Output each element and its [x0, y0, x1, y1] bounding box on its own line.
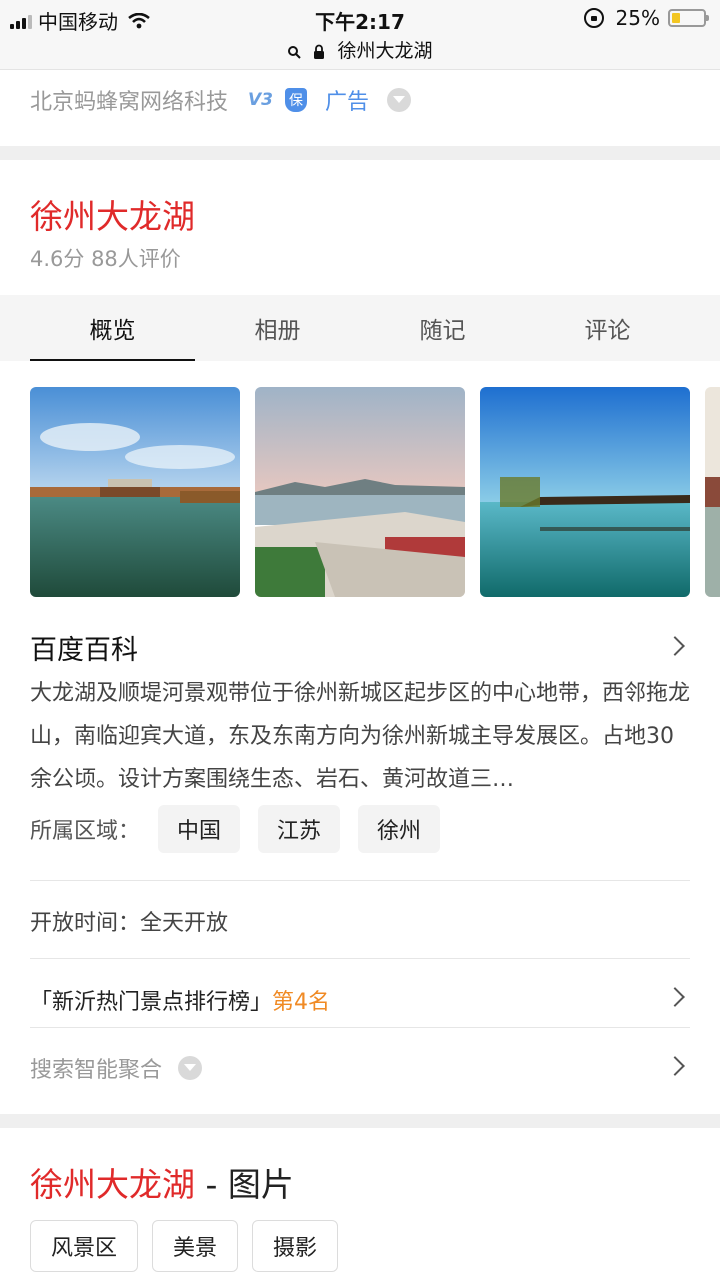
image-tag[interactable]: 摄影 [252, 1220, 339, 1272]
ad-label: 广告 [325, 90, 370, 115]
ranking-row[interactable]: 「新沂热门景点排行榜」第4名 [30, 984, 330, 1016]
divider [30, 880, 690, 881]
region-chip-xuzhou[interactable]: 徐州 [358, 805, 441, 853]
guarantee-badge-icon: 保 [285, 88, 308, 112]
region-chip-jiangsu[interactable]: 江苏 [258, 805, 341, 853]
ad-company[interactable]: 北京蚂蜂窝网络科技 [30, 84, 228, 116]
photo-thumbnail[interactable] [705, 387, 720, 597]
divider [30, 958, 690, 959]
tab-bar: 概览 相册 随记 评论 [0, 295, 720, 361]
region-chip-china[interactable]: 中国 [158, 805, 241, 853]
dropdown-icon[interactable] [387, 88, 412, 112]
photo-thumbnail[interactable] [255, 387, 465, 597]
smart-search-row[interactable]: 搜索智能聚合 [30, 1052, 203, 1084]
baike-title[interactable]: 百度百科 [30, 628, 138, 667]
tab-comments[interactable]: 评论 [525, 295, 690, 361]
images-title-keyword: 徐州大龙湖 [30, 1165, 195, 1204]
chevron-right-icon[interactable] [665, 636, 685, 656]
image-tag[interactable]: 风景区 [30, 1220, 139, 1272]
ad-source-row[interactable]: 北京蚂蜂窝网络科技 V3 保 广告 [30, 80, 412, 120]
photo-thumbnail[interactable] [480, 387, 690, 597]
page-title[interactable]: 徐州大龙湖 [30, 190, 195, 238]
photo-thumbnail[interactable] [30, 387, 240, 597]
image-tags: 风景区 美景 摄影 [30, 1220, 352, 1272]
images-section-title[interactable]: 徐州大龙湖 - 图片 [30, 1158, 294, 1206]
chevron-right-icon[interactable] [665, 1056, 685, 1076]
tab-album[interactable]: 相册 [195, 295, 360, 361]
dropdown-icon[interactable] [178, 1056, 203, 1080]
battery-percent: 25% [615, 6, 660, 30]
rating-text: 4.6分 88人评价 [30, 247, 181, 271]
smart-search-label: 搜索智能聚合 [30, 1058, 163, 1083]
address-text: 徐州大龙湖 [337, 40, 433, 62]
region-row: 所属区域： 中国 江苏 徐州 [30, 805, 441, 853]
lock-icon [314, 44, 325, 59]
ranking-position: 第4名 [272, 990, 331, 1015]
section-divider [0, 146, 720, 160]
v3-badge-icon: V3 [248, 90, 274, 110]
section-divider [0, 1114, 720, 1128]
tab-notes[interactable]: 随记 [360, 295, 525, 361]
battery-icon [668, 9, 709, 27]
image-tag[interactable]: 美景 [152, 1220, 239, 1272]
baike-description: 大龙湖及顺堤河景观带位于徐州新城区起步区的中心地带，西邻拖龙山，南临迎宾大道，东… [30, 681, 691, 792]
chevron-right-icon[interactable] [665, 987, 685, 1007]
battery-level [672, 13, 680, 23]
tab-overview[interactable]: 概览 [30, 295, 195, 361]
region-label: 所属区域： [30, 819, 141, 844]
search-icon [288, 45, 302, 59]
rotation-lock-icon [583, 8, 604, 28]
divider [30, 1027, 690, 1028]
status-bar: 中国移动 下午2:17 徐州大龙湖 25% [0, 0, 720, 70]
address-bar[interactable]: 徐州大龙湖 [0, 36, 720, 63]
ranking-name: 「新沂热门景点排行榜」 [30, 990, 273, 1015]
images-title-suffix: - 图片 [195, 1165, 294, 1204]
open-hours: 开放时间：全天开放 [30, 911, 229, 936]
